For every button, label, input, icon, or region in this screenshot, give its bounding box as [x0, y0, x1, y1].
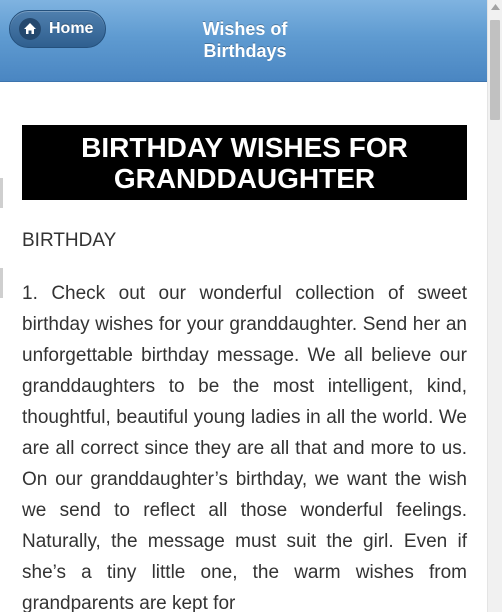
- scrollbar-thumb[interactable]: [490, 20, 500, 120]
- app-header: Home Wishes of Birthdays: [0, 0, 502, 82]
- article-content: BIRTHDAY WISHES FOR GRANDDAUGHTER BIRTHD…: [22, 125, 467, 612]
- page-title: Wishes of Birthdays: [202, 19, 288, 61]
- home-icon: [19, 18, 41, 40]
- article-paragraph: 1. Check out our wonderful collection of…: [22, 283, 467, 612]
- edge-divider: [0, 178, 3, 208]
- edge-divider: [0, 268, 3, 298]
- home-button[interactable]: Home: [9, 10, 106, 48]
- scroll-up-arrow-icon[interactable]: [488, 4, 502, 14]
- article-heading: BIRTHDAY WISHES FOR GRANDDAUGHTER: [22, 125, 467, 200]
- left-edge: [0, 82, 4, 612]
- section-label: BIRTHDAY: [22, 230, 117, 251]
- vertical-scrollbar[interactable]: [487, 0, 502, 612]
- home-button-label: Home: [49, 20, 94, 37]
